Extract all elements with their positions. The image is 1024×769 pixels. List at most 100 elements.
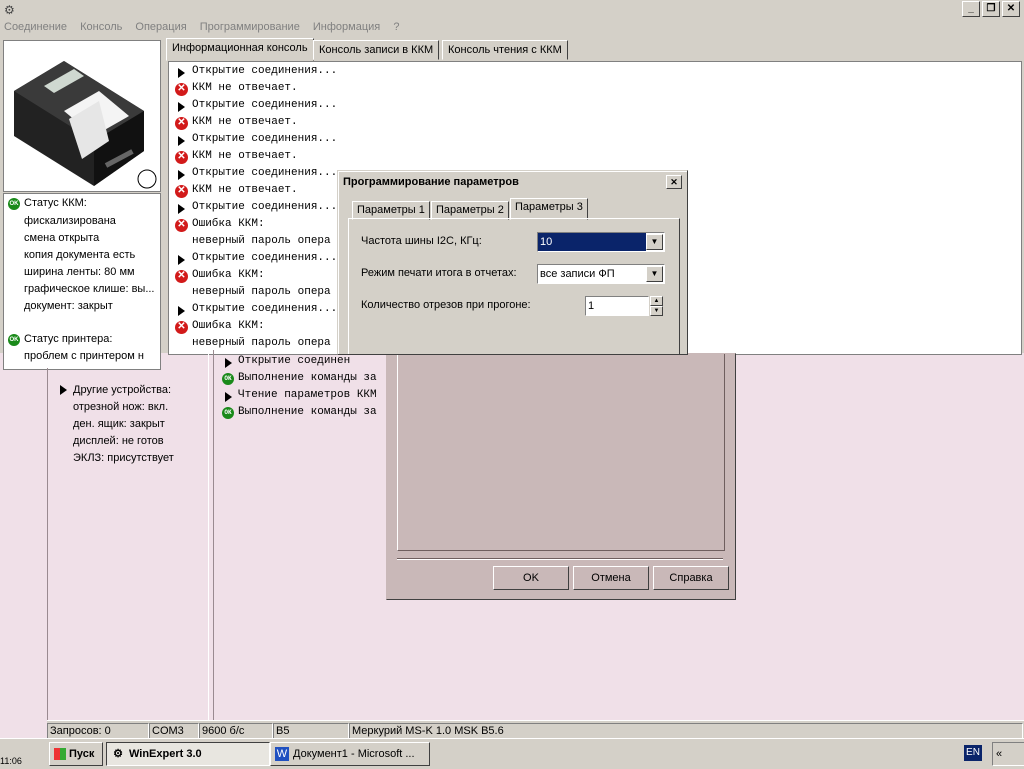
kkm-status-item: фискализирована — [24, 215, 116, 227]
dialog-close-button[interactable]: ✕ — [666, 175, 682, 189]
other-devices-header: Другие устройства: — [73, 384, 172, 396]
menu-item-connection[interactable]: Соединение — [4, 21, 67, 33]
error-icon: ✕ — [175, 185, 188, 198]
dialog-title: Программирование параметров — [343, 176, 519, 188]
chevron-down-icon[interactable]: ▼ — [646, 234, 663, 250]
error-icon: ✕ — [175, 151, 188, 164]
menu-item-console[interactable]: Консоль — [80, 21, 122, 33]
ok-icon: OK — [8, 334, 20, 346]
start-button[interactable]: Пуск — [49, 742, 103, 766]
console-line: Чтение параметров ККМ — [238, 389, 377, 401]
kkm-status-item: смена открыта — [24, 232, 100, 244]
chevron-down-icon[interactable]: ▼ — [646, 266, 663, 282]
device-image — [3, 40, 161, 192]
menu-item-information[interactable]: Информация — [313, 21, 380, 33]
word-icon: W — [275, 747, 289, 761]
status-requests: Запросов: 0 — [47, 723, 149, 739]
other-device-item: отрезной нож: вкл. — [73, 401, 169, 413]
status-bar: Запросов: 0 COM3 9600 б/с B5 Меркурий MS… — [47, 720, 1024, 739]
menu-item-programming[interactable]: Программирование — [200, 21, 300, 33]
menu-item-help[interactable]: ? — [393, 21, 399, 33]
windows-flag-icon — [54, 748, 66, 761]
i2c-frequency-label: Частота шины I2C, КГц: — [361, 235, 482, 247]
tab-info-console[interactable]: Информационная консоль — [166, 38, 314, 61]
error-icon: ✕ — [175, 219, 188, 232]
printer-status-header: Статус принтера: — [24, 333, 113, 345]
start-label: Пуск — [69, 748, 95, 760]
task-winexpert[interactable]: ⚙ WinExpert 3.0 — [106, 742, 270, 766]
status-panel: OK Статус ККМ: фискализирована смена отк… — [3, 193, 161, 370]
help-button[interactable]: Справка — [653, 566, 729, 590]
tab-write-console[interactable]: Консоль записи в ККМ — [313, 40, 440, 60]
task-word-document[interactable]: W Документ1 - Microsoft ... — [270, 742, 430, 766]
ok-icon: OK — [222, 373, 234, 385]
arrow-icon — [60, 385, 67, 395]
taskbar: Пуск ⚙ WinExpert 3.0 W Документ1 - Microso… — [0, 738, 1024, 769]
console-line: ККМ не отвечает. — [192, 184, 298, 196]
cuts-count-input[interactable]: 1 — [585, 296, 649, 316]
ok-button[interactable]: OK — [493, 566, 569, 590]
close-button[interactable]: ✕ — [1002, 1, 1020, 17]
i2c-frequency-value: 10 — [538, 233, 646, 251]
main-menu: Соединение Консоль Операция Программиров… — [4, 21, 409, 33]
menu-item-operation[interactable]: Операция — [135, 21, 186, 33]
console-line: Открытие соединения... — [192, 99, 338, 111]
cuts-count-label: Количество отрезов при прогоне: — [361, 299, 531, 311]
spin-up-icon[interactable]: ▲ — [650, 296, 663, 306]
console-line: неверный пароль опера — [192, 235, 331, 247]
minimize-button[interactable]: _ — [962, 1, 980, 17]
status-device: Меркурий MS-K 1.0 MSK B5.6 — [349, 723, 1023, 739]
arrow-icon — [178, 102, 185, 112]
dialog-page-ghost — [397, 354, 725, 551]
maximize-button[interactable]: ❐ — [982, 1, 1000, 17]
console-line: Открытие соединения... — [192, 303, 338, 315]
tab-params-3[interactable]: Параметры 3 — [510, 198, 588, 220]
arrow-icon — [178, 136, 185, 146]
console-line: Выполнение команды за — [238, 372, 377, 384]
print-mode-label: Режим печати итога в отчетах: — [361, 267, 517, 279]
kkm-status-item: копия документа есть — [24, 249, 136, 261]
console-line: ККМ не отвечает. — [192, 150, 298, 162]
task-label: WinExpert 3.0 — [129, 748, 202, 760]
cuts-count-value: 1 — [588, 300, 595, 312]
kkm-status-header: Статус ККМ: — [24, 197, 87, 209]
print-mode-value: все записи ФП — [540, 268, 615, 280]
arrow-icon — [178, 204, 185, 214]
printer-status-item: проблем с принтером н — [24, 350, 144, 362]
print-mode-select[interactable]: все записи ФП ▼ — [537, 264, 665, 284]
status-port: COM3 — [149, 723, 199, 739]
console-line: Открытие соединения... — [192, 65, 338, 77]
language-indicator[interactable]: EN — [964, 745, 982, 761]
cancel-button[interactable]: Отмена — [573, 566, 649, 590]
menu-bar: ⚙ Соединение Консоль Операция Программир… — [0, 0, 1024, 38]
error-icon: ✕ — [175, 117, 188, 130]
ok-icon: OK — [222, 407, 234, 419]
console-line: Открытие соединения... — [192, 252, 338, 264]
dialog-title-bar[interactable]: Программирование параметров ✕ — [340, 173, 685, 191]
arrow-icon — [225, 392, 232, 402]
tray-expand-button[interactable]: « — [992, 742, 1024, 766]
other-device-item: ЭКЛЗ: присутствует — [73, 452, 174, 464]
programming-dialog: Программирование параметров ✕ Параметры … — [337, 170, 688, 355]
console-line: Открытие соединения... — [192, 167, 338, 179]
console-line: Ошибка ККМ: — [192, 218, 265, 230]
console-line: Ошибка ККМ: — [192, 269, 265, 281]
ok-icon: OK — [8, 198, 20, 210]
arrow-icon — [178, 255, 185, 265]
arrow-icon — [225, 358, 232, 368]
app-icon[interactable]: ⚙ — [4, 3, 15, 17]
arrow-icon — [178, 68, 185, 78]
panel-border — [47, 368, 48, 738]
console-ghost: Открытие соединен OK Выполнение команды за… — [212, 353, 386, 433]
spin-down-icon[interactable]: ▼ — [650, 306, 663, 316]
console-line: неверный пароль опера — [192, 286, 331, 298]
tab-read-console[interactable]: Консоль чтения с ККМ — [442, 40, 568, 60]
i2c-frequency-select[interactable]: 10 ▼ — [537, 232, 665, 252]
console-line: ККМ не отвечает. — [192, 82, 298, 94]
dialog-separator — [397, 558, 723, 560]
kkm-status-item: ширина ленты: 80 мм — [24, 266, 135, 278]
task-label: Документ1 - Microsoft ... — [293, 748, 415, 760]
console-line: Выполнение команды за — [238, 406, 377, 418]
clock: 11:06 — [0, 756, 22, 766]
winexpert-icon: ⚙ — [113, 748, 123, 760]
